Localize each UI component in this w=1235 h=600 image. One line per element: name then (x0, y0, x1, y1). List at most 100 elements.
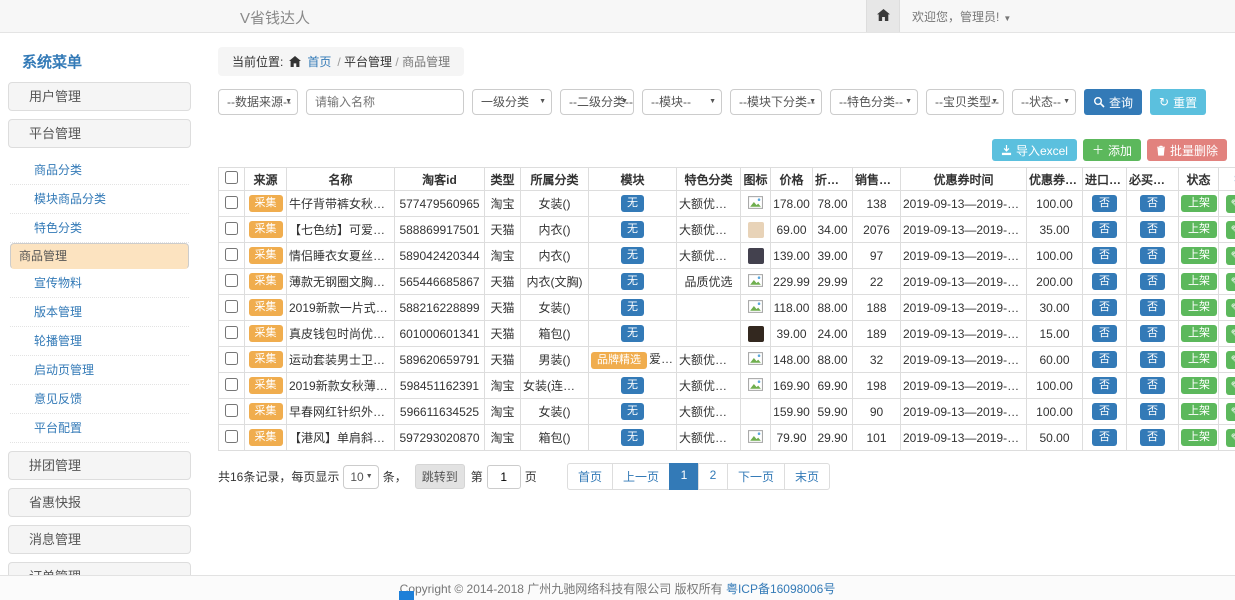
cell-name: 【港风】单肩斜跨链条... (287, 425, 395, 451)
sidebar-group-消息管理[interactable]: 消息管理 (8, 525, 191, 554)
cell-checkbox (219, 347, 245, 373)
page-button-末页[interactable]: 末页 (784, 463, 830, 490)
batch-delete-button[interactable]: 批量删除 (1147, 139, 1227, 161)
mustbuy-toggle-button[interactable]: 否 (1140, 299, 1165, 316)
sidebar-group-用户管理[interactable]: 用户管理 (8, 82, 191, 111)
mustbuy-toggle-button[interactable]: 否 (1140, 195, 1165, 212)
page-button-首页[interactable]: 首页 (567, 463, 613, 490)
breadcrumb-home-link[interactable]: 首页 (307, 53, 331, 70)
row-checkbox[interactable] (225, 404, 238, 417)
import-toggle-button[interactable]: 否 (1092, 377, 1117, 394)
sidebar-group-订单管理[interactable]: 订单管理 (8, 562, 191, 575)
row-checkbox[interactable] (225, 274, 238, 287)
mustbuy-toggle-button[interactable]: 否 (1140, 325, 1165, 342)
filter-select-数据来源[interactable]: --数据来源--▼ (218, 89, 298, 115)
row-checkbox[interactable] (225, 430, 238, 443)
edit-button[interactable]: ✎ (1226, 299, 1235, 317)
edit-button[interactable]: ✎ (1226, 351, 1235, 369)
filter-select-模块下分类[interactable]: --模块下分类--▼ (730, 89, 822, 115)
mustbuy-toggle-button[interactable]: 否 (1140, 351, 1165, 368)
page-button-1[interactable]: 1 (669, 463, 699, 490)
status-button[interactable]: 上架 (1181, 273, 1217, 290)
add-button[interactable]: ＋ 添加 (1083, 139, 1141, 161)
row-checkbox[interactable] (225, 248, 238, 261)
sidebar-item-启动页管理[interactable]: 启动页管理 (10, 356, 189, 385)
filter-select-特色分类[interactable]: --特色分类--▼ (830, 89, 918, 115)
import-toggle-button[interactable]: 否 (1092, 195, 1117, 212)
status-button[interactable]: 上架 (1181, 221, 1217, 238)
status-button[interactable]: 上架 (1181, 247, 1217, 264)
import-toggle-button[interactable]: 否 (1092, 273, 1117, 290)
filter-select-一级分类[interactable]: 一级分类▼ (472, 89, 552, 115)
row-checkbox[interactable] (225, 326, 238, 339)
edit-button[interactable]: ✎ (1226, 429, 1235, 447)
edit-button[interactable]: ✎ (1226, 195, 1235, 213)
sidebar-item-特色分类[interactable]: 特色分类 (10, 214, 189, 243)
sidebar-item-宣传物料[interactable]: 宣传物料 (10, 269, 189, 298)
mustbuy-toggle-button[interactable]: 否 (1140, 403, 1165, 420)
status-button[interactable]: 上架 (1181, 377, 1217, 394)
row-checkbox[interactable] (225, 300, 238, 313)
jump-button[interactable]: 跳转到 (415, 464, 465, 489)
mustbuy-toggle-button[interactable]: 否 (1140, 221, 1165, 238)
edit-button[interactable]: ✎ (1226, 273, 1235, 291)
sidebar-group-平台管理[interactable]: 平台管理 (8, 119, 191, 148)
user-menu[interactable]: 欢迎您，管理员!▼ (912, 8, 1011, 25)
status-button[interactable]: 上架 (1181, 403, 1217, 420)
status-button[interactable]: 上架 (1181, 195, 1217, 212)
name-search-input[interactable] (306, 89, 464, 115)
sidebar-group-省惠快报[interactable]: 省惠快报 (8, 488, 191, 517)
edit-button[interactable]: ✎ (1226, 377, 1235, 395)
status-button[interactable]: 上架 (1181, 351, 1217, 368)
import-excel-button[interactable]: 导入excel (992, 139, 1077, 161)
page-size-select[interactable]: 10 ▼ (343, 465, 378, 489)
import-toggle-button[interactable]: 否 (1092, 299, 1117, 316)
import-toggle-button[interactable]: 否 (1092, 325, 1117, 342)
icp-link[interactable]: 粤ICP备16098006号 (726, 580, 835, 597)
home-button[interactable] (866, 0, 900, 32)
reset-button[interactable]: ↻ 重置 (1150, 89, 1206, 115)
filter-select-模块[interactable]: --模块--▼ (642, 89, 722, 115)
sidebar-item-平台配置[interactable]: 平台配置 (10, 414, 189, 443)
filter-select-二级分类[interactable]: --二级分类--▼ (560, 89, 634, 115)
mustbuy-toggle-button[interactable]: 否 (1140, 429, 1165, 446)
mustbuy-toggle-button[interactable]: 否 (1140, 247, 1165, 264)
cell-category: 内衣() (521, 217, 589, 243)
row-checkbox[interactable] (225, 196, 238, 209)
status-button[interactable]: 上架 (1181, 299, 1217, 316)
filter-select-宝贝类型[interactable]: --宝贝类型--▼ (926, 89, 1004, 115)
search-button[interactable]: 查询 (1084, 89, 1142, 115)
edit-button[interactable]: ✎ (1226, 325, 1235, 343)
jump-page-input[interactable] (487, 465, 521, 489)
edit-button[interactable]: ✎ (1226, 247, 1235, 265)
breadcrumb-item-平台管理[interactable]: 平台管理 (344, 55, 392, 69)
sidebar-group-拼团管理[interactable]: 拼团管理 (8, 451, 191, 480)
status-button[interactable]: 上架 (1181, 325, 1217, 342)
row-checkbox[interactable] (225, 352, 238, 365)
import-toggle-button[interactable]: 否 (1092, 351, 1117, 368)
row-checkbox[interactable] (225, 378, 238, 391)
sidebar-item-商品分类[interactable]: 商品分类 (10, 156, 189, 185)
mustbuy-toggle-button[interactable]: 否 (1140, 377, 1165, 394)
sidebar-item-模块商品分类[interactable]: 模块商品分类 (10, 185, 189, 214)
filter-select-状态[interactable]: --状态--▼ (1012, 89, 1076, 115)
import-toggle-button[interactable]: 否 (1092, 247, 1117, 264)
import-toggle-button[interactable]: 否 (1092, 221, 1117, 238)
row-checkbox[interactable] (225, 222, 238, 235)
sidebar-item-商品管理[interactable]: 商品管理 (10, 243, 189, 269)
status-button[interactable]: 上架 (1181, 429, 1217, 446)
import-toggle-button[interactable]: 否 (1092, 403, 1117, 420)
page-button-2[interactable]: 2 (698, 463, 728, 490)
select-all-checkbox[interactable] (225, 171, 238, 184)
cell-coupon-time: 2019-09-13—2019-09-20 (901, 243, 1027, 269)
filter-select-value: --状态-- (1021, 95, 1061, 109)
import-toggle-button[interactable]: 否 (1092, 429, 1117, 446)
edit-button[interactable]: ✎ (1226, 221, 1235, 239)
page-button-上一页[interactable]: 上一页 (612, 463, 670, 490)
edit-button[interactable]: ✎ (1226, 403, 1235, 421)
page-button-下一页[interactable]: 下一页 (727, 463, 785, 490)
mustbuy-toggle-button[interactable]: 否 (1140, 273, 1165, 290)
sidebar-item-轮播管理[interactable]: 轮播管理 (10, 327, 189, 356)
sidebar-item-版本管理[interactable]: 版本管理 (10, 298, 189, 327)
sidebar-item-意见反馈[interactable]: 意见反馈 (10, 385, 189, 414)
